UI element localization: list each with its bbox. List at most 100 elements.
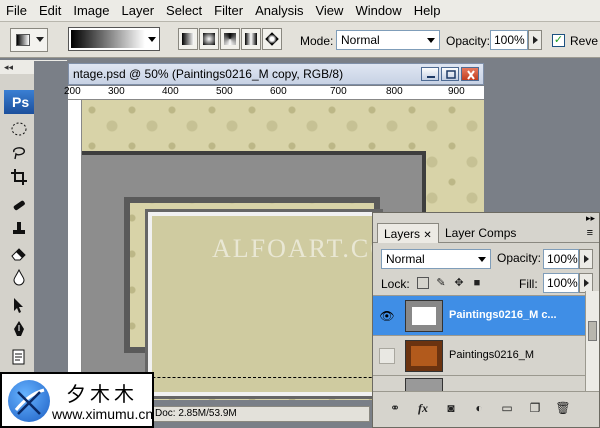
logo-url-text: www.ximumu.cn bbox=[52, 406, 154, 422]
layer-row[interactable]: Paintings0216_M bbox=[373, 335, 585, 375]
lock-all-icon[interactable]: ■ bbox=[471, 277, 483, 289]
mode-label: Mode: bbox=[300, 34, 334, 48]
layer-opacity-input[interactable]: 100% bbox=[543, 249, 579, 269]
blur-tool[interactable] bbox=[8, 266, 30, 288]
maximize-icon bbox=[446, 70, 456, 79]
reverse-checkbox[interactable]: ✓ bbox=[552, 34, 565, 47]
layer-opacity-slider-button[interactable] bbox=[579, 249, 593, 269]
menu-image[interactable]: Image bbox=[67, 0, 115, 22]
marquee-tool[interactable] bbox=[8, 118, 30, 140]
clone-stamp-tool[interactable] bbox=[8, 218, 30, 240]
ruler-label: 300 bbox=[108, 86, 125, 97]
horizontal-ruler[interactable]: 200 300 400 500 600 700 800 900 bbox=[64, 86, 484, 100]
menu-layer[interactable]: Layer bbox=[116, 0, 161, 22]
menu-file[interactable]: File bbox=[0, 0, 33, 22]
adjustment-icon[interactable]: ◐ bbox=[471, 400, 487, 416]
linear-gradient-button[interactable] bbox=[178, 28, 198, 50]
mask-icon[interactable]: ◙ bbox=[443, 400, 459, 416]
close-icon bbox=[467, 70, 475, 80]
opacity-slider-button[interactable] bbox=[528, 30, 542, 50]
mode-select[interactable]: Normal bbox=[336, 30, 440, 50]
close-button[interactable] bbox=[461, 67, 479, 81]
linear-gradient-icon bbox=[182, 33, 194, 45]
menu-window[interactable]: Window bbox=[349, 0, 407, 22]
layer-name: Paintings0216_M bbox=[449, 349, 535, 361]
layer-row[interactable]: 👁 Paintings0216_M c... bbox=[373, 295, 585, 335]
lock-position-icon[interactable]: ✥ bbox=[453, 277, 465, 289]
diamond-gradient-button[interactable] bbox=[262, 28, 282, 50]
close-icon[interactable]: ✕ bbox=[423, 230, 431, 241]
blend-mode-select[interactable]: Normal bbox=[381, 249, 491, 269]
reflected-gradient-button[interactable] bbox=[241, 28, 261, 50]
link-icon[interactable]: ⚭ bbox=[387, 400, 403, 416]
site-watermark-logo: 夕木木 www.ximumu.cn bbox=[0, 372, 154, 428]
eraser-tool[interactable] bbox=[8, 242, 30, 264]
document-titlebar[interactable]: ntage.psd @ 50% (Paintings0216_M copy, R… bbox=[68, 63, 484, 85]
fx-icon[interactable]: fx bbox=[415, 400, 431, 416]
tab-layer-comps[interactable]: Layer Comps bbox=[439, 223, 522, 243]
tab-layers[interactable]: Layers ✕ bbox=[377, 223, 439, 243]
blend-mode-value: Normal bbox=[386, 252, 425, 266]
trash-icon[interactable]: 🗑 bbox=[555, 400, 571, 416]
menu-analysis[interactable]: Analysis bbox=[249, 0, 309, 22]
group-icon[interactable]: ▭ bbox=[499, 400, 515, 416]
document-title: ntage.psd @ 50% (Paintings0216_M copy, R… bbox=[73, 67, 344, 81]
panel-menu-icon[interactable]: ≡ bbox=[587, 227, 593, 239]
pen-tool[interactable] bbox=[8, 318, 30, 340]
fill-label: Fill: bbox=[519, 277, 538, 291]
new-layer-icon[interactable]: ❐ bbox=[527, 400, 543, 416]
eye-icon[interactable]: 👁 bbox=[379, 308, 395, 324]
ruler-label: 800 bbox=[386, 86, 403, 97]
lock-transparent-icon[interactable] bbox=[417, 277, 429, 289]
chevron-down-icon bbox=[148, 37, 156, 42]
ruler-label: 700 bbox=[330, 86, 347, 97]
menu-help[interactable]: Help bbox=[408, 0, 447, 22]
lasso-icon bbox=[13, 147, 25, 160]
tool-preset-picker[interactable] bbox=[10, 28, 48, 52]
lock-image-icon[interactable]: ✎ bbox=[435, 277, 447, 289]
ruler-label: 500 bbox=[216, 86, 233, 97]
notes-tool[interactable] bbox=[8, 346, 30, 368]
chevron-down-icon bbox=[36, 37, 44, 42]
menu-edit[interactable]: Edit bbox=[33, 0, 67, 22]
gradient-preview bbox=[71, 30, 145, 48]
triangle-right-icon bbox=[584, 255, 589, 263]
layer-thumbnail bbox=[405, 340, 443, 372]
fill-input[interactable]: 100% bbox=[543, 273, 579, 293]
ruler-label: 600 bbox=[270, 86, 287, 97]
radial-gradient-icon bbox=[203, 33, 215, 45]
crop-tool[interactable] bbox=[8, 166, 30, 188]
document-status-bar[interactable]: Doc: 2.85M/53.9M bbox=[150, 406, 370, 422]
scrollbar-thumb[interactable] bbox=[588, 321, 597, 341]
layer-row[interactable] bbox=[373, 375, 585, 392]
notes-icon bbox=[12, 349, 25, 365]
eraser-icon bbox=[11, 248, 26, 261]
logo-chinese-text: 夕木木 bbox=[66, 382, 138, 406]
fill-slider-button[interactable] bbox=[579, 273, 593, 293]
lasso-tool[interactable] bbox=[8, 142, 30, 164]
layer-opacity-label: Opacity: bbox=[497, 251, 542, 265]
crop-icon bbox=[11, 169, 27, 185]
minimize-button[interactable] bbox=[421, 67, 439, 81]
menu-select[interactable]: Select bbox=[160, 0, 208, 22]
radial-gradient-button[interactable] bbox=[199, 28, 219, 50]
path-selection-icon bbox=[14, 298, 23, 313]
maximize-button[interactable] bbox=[441, 67, 459, 81]
menu-filter[interactable]: Filter bbox=[208, 0, 249, 22]
chevron-down-icon bbox=[427, 38, 435, 43]
layers-scrollbar[interactable] bbox=[585, 291, 599, 391]
visibility-toggle[interactable] bbox=[379, 348, 395, 364]
angle-gradient-button[interactable] bbox=[220, 28, 240, 50]
healing-brush-tool[interactable] bbox=[8, 194, 30, 216]
layers-tab-bar: Layers ✕ Layer Comps ≡ bbox=[373, 221, 599, 243]
marquee-icon bbox=[11, 122, 27, 136]
pen-icon bbox=[14, 321, 24, 336]
healing-brush-icon bbox=[13, 200, 25, 211]
ruler-label: 200 bbox=[64, 86, 81, 97]
gradient-picker[interactable] bbox=[68, 27, 160, 51]
menu-view[interactable]: View bbox=[309, 0, 349, 22]
opacity-input[interactable]: 100% bbox=[490, 30, 528, 50]
vertical-ruler[interactable] bbox=[68, 100, 82, 390]
mode-value: Normal bbox=[341, 33, 380, 47]
path-selection-tool[interactable] bbox=[8, 294, 30, 316]
